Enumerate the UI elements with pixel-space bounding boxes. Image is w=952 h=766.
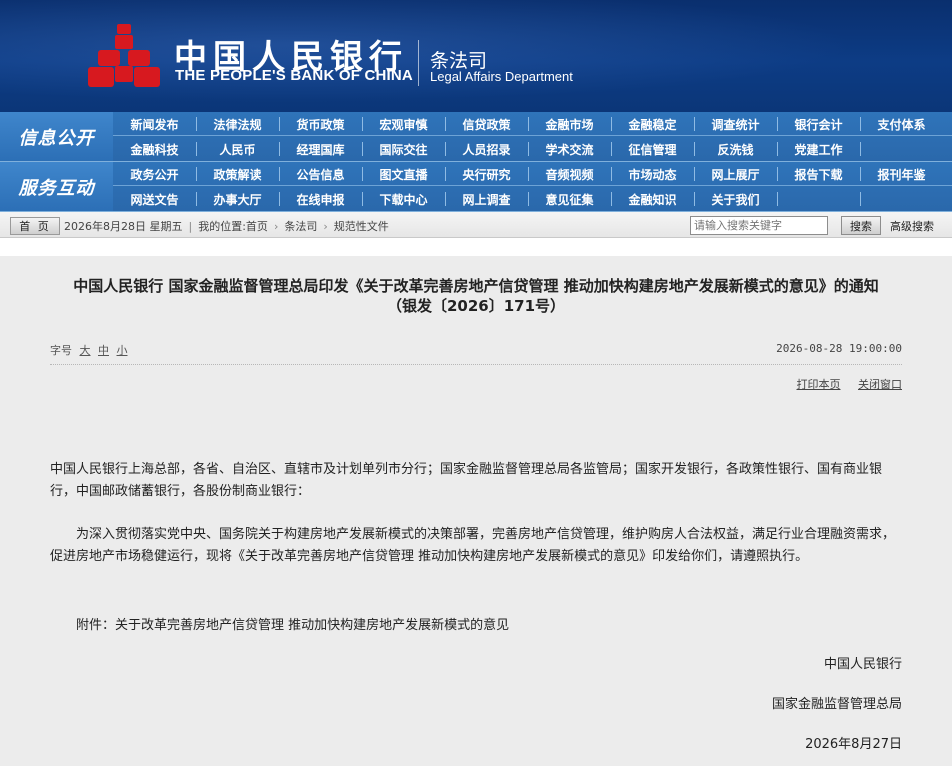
department-english-name: Legal Affairs Department	[430, 69, 573, 84]
article-paragraph: 为深入贯彻落实党中央、国务院关于构建房地产发展新模式的决策部署，完善房地产信贷管…	[50, 527, 896, 564]
nav-link[interactable]: 办事大厅	[196, 187, 279, 211]
font-size-large[interactable]: 大	[80, 344, 91, 357]
nav-link[interactable]: 图文直播	[362, 162, 445, 186]
nav-link[interactable]: 经理国库	[279, 137, 362, 161]
nav-link[interactable]: 人员招录	[445, 137, 528, 161]
nav-row: 网送文告 办事大厅 在线申报 下载中心 网上调查 意见征集 金融知识 关于我们	[113, 187, 952, 211]
nav-link[interactable]: 货币政策	[279, 112, 362, 136]
article-title: 中国人民银行 国家金融监督管理总局印发《关于改革完善房地产信贷管理 推动加快构建…	[0, 276, 952, 316]
breadcrumb-category-link[interactable]: 规范性文件	[334, 220, 389, 233]
nav-link[interactable]: 人民币	[196, 137, 279, 161]
meta-divider	[50, 364, 902, 365]
nav-section-label-info[interactable]: 信息公开	[0, 112, 113, 161]
nav-empty-slot	[860, 137, 943, 161]
nav-empty-slot	[777, 187, 860, 211]
logo-english-name: THE PEOPLE'S BANK OF CHINA	[175, 67, 413, 84]
signatory-nfra: 国家金融监督管理总局	[771, 697, 902, 712]
nav-link[interactable]: 公告信息	[279, 162, 362, 186]
nav-row: 政务公开 政策解读 公告信息 图文直播 央行研究 音频视频 市场动态 网上展厅 报告下载 报刊年鉴	[113, 162, 952, 186]
search-button[interactable]: 搜索	[841, 216, 881, 235]
article-date: 2026年8月27日	[805, 737, 902, 752]
article-attachment: 附件：关于改革完善房地产信贷管理 推动加快构建房地产发展新模式的意见	[76, 618, 510, 633]
nav-section-label-service[interactable]: 服务互动	[0, 162, 113, 211]
font-size-small[interactable]: 小	[117, 344, 128, 357]
article-doc-number: （银发〔2026〕171号）	[386, 297, 566, 315]
nav-link[interactable]: 报刊年鉴	[860, 162, 943, 186]
nav-link[interactable]: 市场动态	[611, 162, 694, 186]
logo-divider	[418, 40, 419, 86]
nav-link[interactable]: 信贷政策	[445, 112, 528, 136]
publish-time: 2026-08-28 19:00:00	[776, 342, 902, 355]
nav-link[interactable]: 金融稳定	[611, 112, 694, 136]
signatory-pboc: 中国人民银行	[823, 657, 902, 672]
nav-link[interactable]: 央行研究	[445, 162, 528, 186]
nav-link[interactable]: 下载中心	[362, 187, 445, 211]
search-input[interactable]	[690, 216, 828, 235]
article-meta: 字号 大 中 小 2026-08-28 19:00:00	[50, 342, 902, 358]
nav-link[interactable]: 反洗钱	[694, 137, 777, 161]
article-title-line: 中国人民银行 国家金融监督管理总局印发《关于改革完善房地产信贷管理 推动加快构建…	[73, 277, 879, 295]
nav-link[interactable]: 网上展厅	[694, 162, 777, 186]
font-size-label: 字号	[50, 344, 72, 357]
nav-link[interactable]: 法律法规	[196, 112, 279, 136]
home-button[interactable]: 首 页	[10, 217, 60, 235]
nav-link[interactable]: 在线申报	[279, 187, 362, 211]
nav-link[interactable]: 政策解读	[196, 162, 279, 186]
nav-link[interactable]: 征信管理	[611, 137, 694, 161]
nav-link[interactable]: 新闻发布	[113, 112, 196, 136]
font-size-control: 字号 大 中 小	[50, 342, 128, 358]
nav-link[interactable]: 关于我们	[694, 187, 777, 211]
breadcrumb-bar: 首 页 2026年8月28日 星期五|我的位置:首页›条法司›规范性文件 搜索 …	[0, 212, 952, 238]
nav-section-service: 服务互动 政务公开 政策解读 公告信息 图文直播 央行研究 音频视频 市场动态 网上展厅 报告下…	[0, 162, 952, 211]
nav-link[interactable]: 支付体系	[860, 112, 943, 136]
nav-link[interactable]: 党建工作	[777, 137, 860, 161]
breadcrumb-home-link[interactable]: 我的位置:首页	[198, 220, 268, 233]
nav-link[interactable]: 音频视频	[528, 162, 611, 186]
nav-link[interactable]: 报告下载	[777, 162, 860, 186]
nav-link[interactable]: 网上调查	[445, 187, 528, 211]
breadcrumb-separator: |	[188, 220, 193, 233]
chevron-right-icon: ›	[273, 220, 279, 233]
nav-section-links: 新闻发布 法律法规 货币政策 宏观审慎 信贷政策 金融市场 金融稳定 调查统计 银行会计 支付体系…	[113, 112, 952, 161]
nav-empty-slot	[860, 187, 943, 211]
nav-link[interactable]: 金融知识	[611, 187, 694, 211]
close-window-link[interactable]: 关闭窗口	[858, 378, 902, 391]
header-banner: 中国人民银行 THE PEOPLE'S BANK OF CHINA 条法司 Le…	[0, 0, 952, 112]
breadcrumb: 2026年8月28日 星期五 | 我的位置:首页 › 条法司 › 规范性文件	[64, 218, 389, 234]
article-container: 中国人民银行 国家金融监督管理总局印发《关于改革完善房地产信贷管理 推动加快构建…	[0, 256, 952, 766]
nav-link[interactable]: 金融科技	[113, 137, 196, 161]
chevron-right-icon: ›	[323, 220, 328, 233]
nav-section-info: 信息公开 新闻发布 法律法规 货币政策 宏观审慎 信贷政策 金融市场 金融稳定 调查统计 银行会…	[0, 112, 952, 161]
article-actions: 打印本页 关闭窗口	[783, 376, 903, 392]
nav-link[interactable]: 网送文告	[113, 187, 196, 211]
breadcrumb-dept-link[interactable]: 条法司	[284, 220, 317, 233]
print-page-link[interactable]: 打印本页	[797, 378, 841, 391]
nav-link[interactable]: 学术交流	[528, 137, 611, 161]
advanced-search-link[interactable]: 高级搜索	[890, 218, 934, 234]
main-navigation: 信息公开 新闻发布 法律法规 货币政策 宏观审慎 信贷政策 金融市场 金融稳定 调查统计 银行会…	[0, 112, 952, 212]
pboc-logo-icon[interactable]	[86, 22, 162, 92]
nav-link[interactable]: 银行会计	[777, 112, 860, 136]
nav-section-links: 政务公开 政策解读 公告信息 图文直播 央行研究 音频视频 市场动态 网上展厅 报告下载 报刊年鉴…	[113, 162, 952, 211]
nav-row: 金融科技 人民币 经理国库 国际交往 人员招录 学术交流 征信管理 反洗钱 党建工作	[113, 137, 952, 161]
article-salutation: 中国人民银行上海总部，各省、自治区、直辖市及计划单列市分行；国家金融监督管理总局…	[50, 462, 883, 499]
nav-link[interactable]: 国际交往	[362, 137, 445, 161]
nav-link[interactable]: 调查统计	[694, 112, 777, 136]
nav-link[interactable]: 宏观审慎	[362, 112, 445, 136]
nav-row: 新闻发布 法律法规 货币政策 宏观审慎 信贷政策 金融市场 金融稳定 调查统计 银行会计 支付体系	[113, 112, 952, 136]
font-size-medium[interactable]: 中	[98, 344, 109, 357]
nav-link[interactable]: 政务公开	[113, 162, 196, 186]
nav-link[interactable]: 意见征集	[528, 187, 611, 211]
current-date: 2026年8月28日 星期五	[64, 220, 183, 233]
nav-link[interactable]: 金融市场	[528, 112, 611, 136]
